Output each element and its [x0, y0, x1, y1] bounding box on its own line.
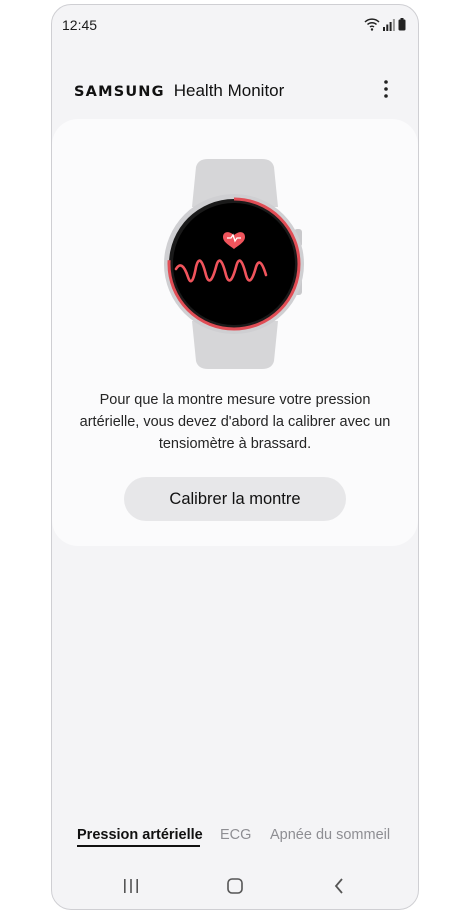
calibration-card: Pour que la montre mesure votre pression…	[52, 119, 418, 546]
active-tab-indicator	[77, 845, 200, 847]
tab-ecg[interactable]: ECG	[220, 827, 251, 843]
status-icons	[364, 17, 406, 36]
system-nav-bar	[52, 871, 418, 907]
more-options-button[interactable]	[374, 79, 398, 103]
app-bar: SAMSUNG Health Monitor	[52, 73, 418, 109]
calibrate-watch-button[interactable]: Calibrer la montre	[124, 477, 346, 521]
wifi-icon	[364, 17, 380, 36]
samsung-logo: SAMSUNG	[74, 84, 165, 100]
battery-icon	[398, 17, 406, 36]
status-bar: 12:45	[52, 5, 418, 45]
phone-frame: 12:45 SAMSUNG Health Monitor Pour que la…	[51, 4, 419, 910]
home-icon	[227, 877, 243, 899]
back-icon	[334, 877, 344, 899]
signal-icon	[383, 18, 395, 36]
brand: SAMSUNG Health Monitor	[74, 81, 284, 101]
home-button[interactable]	[222, 877, 248, 899]
back-button[interactable]	[326, 877, 352, 899]
recents-icon	[123, 878, 139, 898]
more-vert-icon	[384, 79, 388, 103]
app-title: Health Monitor	[173, 81, 285, 100]
tab-blood-pressure[interactable]: Pression artérielle	[77, 827, 203, 843]
tab-sleep-apnea[interactable]: Apnée du sommeil	[270, 827, 390, 843]
bottom-tabs: Pression artérielle ECG Apnée du sommeil	[52, 821, 418, 851]
status-time: 12:45	[62, 17, 98, 33]
smartwatch-heart-rate-icon	[162, 159, 308, 374]
recents-button[interactable]	[118, 877, 144, 899]
calibration-description: Pour que la montre mesure votre pression…	[79, 392, 391, 452]
